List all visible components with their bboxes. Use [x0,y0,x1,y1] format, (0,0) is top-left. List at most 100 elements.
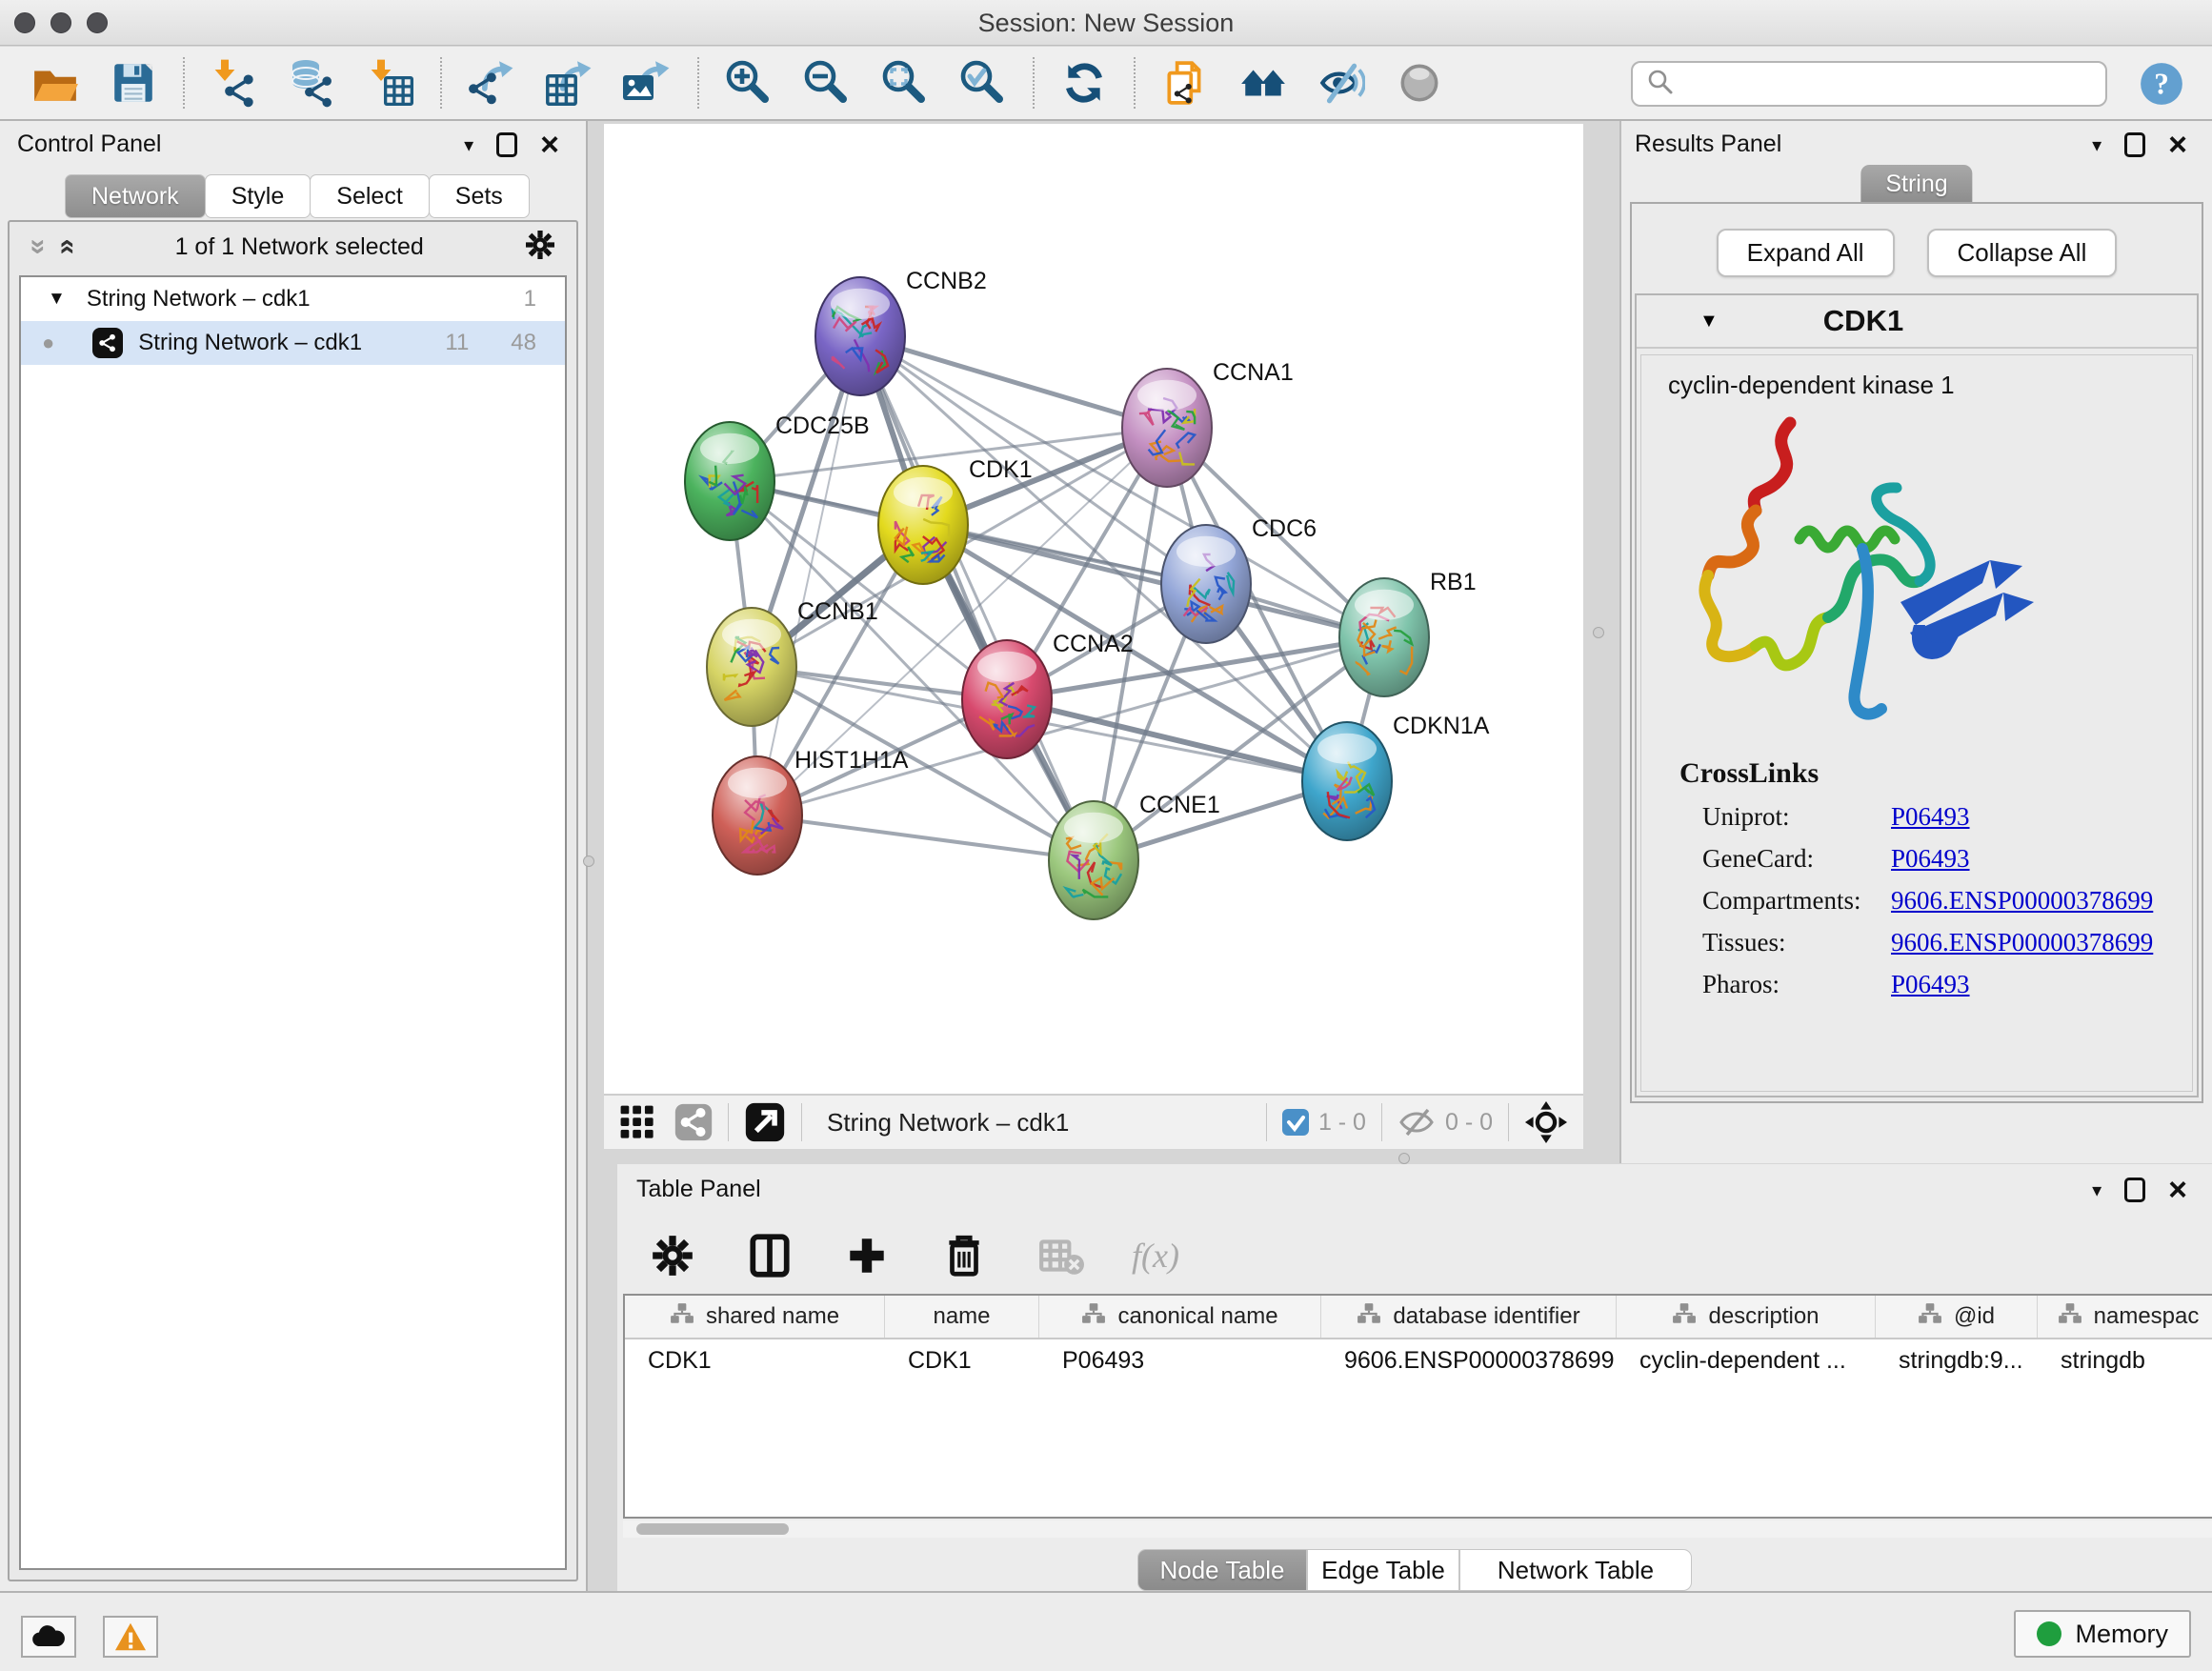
hidden-node-edge-count: 0 - 0 [1445,1109,1493,1137]
crosslink-link[interactable]: P06493 [1891,802,1970,832]
network-node-ccnb1[interactable]: CCNB1 [707,598,878,726]
export-table-icon[interactable] [543,56,596,110]
eye-icon[interactable] [1393,56,1446,110]
panel-menu-icon[interactable]: ▾ [2092,1178,2101,1202]
zoom-selected-icon[interactable] [956,56,1010,110]
network-options-gear-icon[interactable] [523,228,557,267]
panel-close-icon[interactable]: × [2168,132,2187,157]
table-row[interactable]: CDK1CDK1P064939606.ENSP00000378699cyclin… [625,1339,2212,1381]
birds-eye-view-icon[interactable] [1524,1100,1568,1144]
string-view-icon[interactable] [674,1103,713,1141]
network-edge[interactable] [757,815,1094,860]
save-icon[interactable] [107,56,160,110]
tab-node-table[interactable]: Node Table [1137,1549,1307,1591]
table-cell[interactable]: stringdb [2038,1339,2212,1381]
column-header-description[interactable]: description [1617,1296,1876,1338]
crosslink-link[interactable]: P06493 [1891,970,1970,999]
panel-float-icon[interactable] [2124,1178,2145,1202]
gene-section-header[interactable]: ▼ CDK1 [1637,295,2197,349]
tab-select[interactable]: Select [310,174,429,218]
collapse-all-icon[interactable]: » [22,239,54,255]
table-cell[interactable]: P06493 [1039,1339,1321,1381]
table-cell[interactable]: cyclin-dependent ... [1617,1339,1876,1381]
add-column-icon[interactable] [840,1229,894,1282]
home-icon[interactable] [1237,56,1290,110]
open-in-window-icon[interactable] [744,1101,786,1143]
expand-all-button[interactable]: Expand All [1717,229,1895,277]
crosslink-link[interactable]: P06493 [1891,844,1970,874]
expand-all-icon[interactable]: « [51,239,84,255]
network-edge[interactable] [860,336,1094,860]
network-edge[interactable] [860,336,1167,428]
delete-column-icon[interactable] [937,1229,991,1282]
warning-button[interactable] [103,1616,158,1658]
import-database-icon[interactable] [286,56,339,110]
selected-checkbox-icon[interactable] [1282,1109,1309,1136]
cloud-button[interactable] [21,1616,76,1658]
crosslink-link[interactable]: 9606.ENSP00000378699 [1891,928,2153,957]
zoom-in-icon[interactable] [722,56,775,110]
panel-float-icon[interactable] [496,132,517,157]
table-horizontal-scrollbar[interactable] [623,1520,2212,1538]
panel-float-icon[interactable] [2124,132,2145,157]
publish-icon[interactable] [1315,56,1368,110]
bottom-splitter-handle[interactable] [1398,1153,1410,1164]
help-icon[interactable]: ? [2138,60,2185,108]
clone-network-icon[interactable] [1158,56,1212,110]
export-network-icon[interactable] [465,56,518,110]
network-node-rb1[interactable]: RB1 [1339,569,1477,696]
table-cell[interactable]: CDK1 [625,1339,885,1381]
table-cell[interactable]: 9606.ENSP00000378699 [1321,1339,1617,1381]
column-header--id[interactable]: @id [1876,1296,2038,1338]
search-input[interactable] [1684,65,2105,103]
panel-close-icon[interactable]: × [540,132,559,157]
gear-icon[interactable] [646,1229,699,1282]
column-header-name[interactable]: name [885,1296,1039,1338]
memory-button[interactable]: Memory [2014,1610,2191,1658]
network-canvas[interactable]: CCNB2CCNA1CDC25BCDK1CDC6RB1CCNB1CCNA2CDK… [604,124,1583,1094]
grid-view-icon[interactable] [619,1104,655,1140]
column-header-shared-name[interactable]: shared name [625,1296,885,1338]
column-header-canonical-name[interactable]: canonical name [1039,1296,1321,1338]
hidden-eye-slash-icon[interactable] [1398,1108,1436,1137]
import-table-icon[interactable] [364,56,417,110]
network-row[interactable]: ● String Network – cdk1 11 48 [21,321,565,365]
left-splitter-handle[interactable] [583,856,594,867]
scrollbar-thumb[interactable] [636,1523,789,1535]
search-box[interactable] [1631,61,2107,107]
right-splitter-handle[interactable] [1593,627,1604,638]
network-node-ccne1[interactable]: CCNE1 [1049,792,1220,919]
open-folder-icon[interactable] [29,56,82,110]
string-results-tab[interactable]: String [1860,165,1972,204]
panel-menu-icon[interactable]: ▾ [2092,133,2101,157]
column-header-database-identifier[interactable]: database identifier [1321,1296,1617,1338]
import-network-icon[interactable] [208,56,261,110]
collapse-all-button[interactable]: Collapse All [1927,229,2118,277]
panel-close-icon[interactable]: × [2168,1178,2187,1202]
column-header-namespac[interactable]: namespac [2038,1296,2212,1338]
refresh-icon[interactable] [1057,56,1111,110]
table-cell[interactable]: stringdb:9... [1876,1339,2038,1381]
network-node-cdc6[interactable]: CDC6 [1161,515,1317,643]
tab-edge-table[interactable]: Edge Table [1307,1549,1459,1591]
network-node-ccna2[interactable]: CCNA2 [962,631,1134,758]
tab-sets[interactable]: Sets [429,174,530,218]
tab-network[interactable]: Network [65,174,206,218]
network-node-hist1h1a[interactable]: HIST1H1A [713,747,909,875]
network-collection-row[interactable]: ▼ String Network – cdk1 1 [21,277,565,321]
panel-menu-icon[interactable]: ▾ [464,133,473,157]
network-node-cdkn1a[interactable]: CDKN1A [1302,713,1490,840]
network-edge[interactable] [757,336,860,815]
tab-style[interactable]: Style [205,174,312,218]
network-node-ccnb2[interactable]: CCNB2 [815,268,987,395]
crosslink-link[interactable]: 9606.ENSP00000378699 [1891,886,2153,916]
zoom-fit-icon[interactable] [878,56,932,110]
section-expander-icon[interactable]: ▼ [1699,311,1719,332]
export-image-icon[interactable] [621,56,674,110]
zoom-out-icon[interactable] [800,56,854,110]
tab-network-table[interactable]: Network Table [1459,1549,1692,1591]
tree-expander-icon[interactable]: ▼ [48,289,66,310]
delete-table-icon[interactable] [1035,1229,1088,1282]
columns-icon[interactable] [743,1229,796,1282]
table-cell[interactable]: CDK1 [885,1339,1039,1381]
